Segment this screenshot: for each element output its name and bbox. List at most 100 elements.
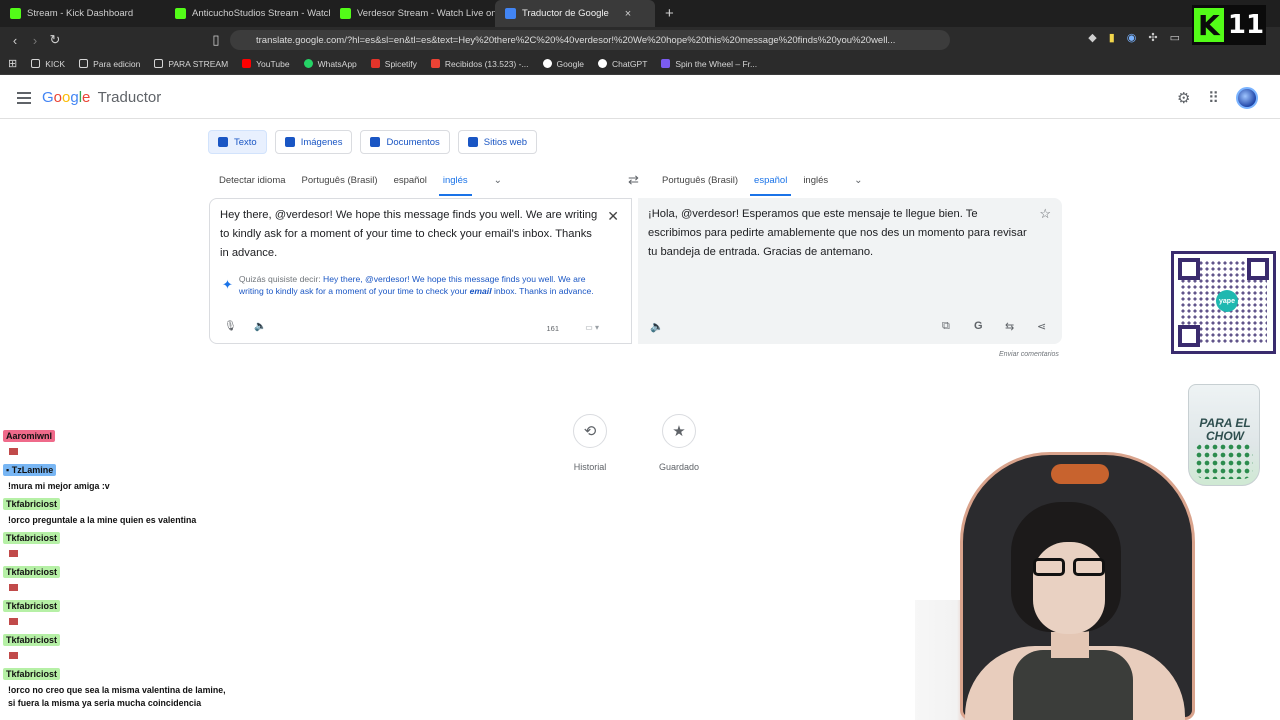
chat-text: !orco preguntale a la mine quien es vale… <box>8 515 197 525</box>
chat-message: Tkfabriciost <box>3 596 61 626</box>
sidebar-icon[interactable]: ▭ <box>1170 31 1180 44</box>
extension-icon[interactable]: ▮ <box>1109 31 1115 44</box>
bookmark-icon[interactable]: ▯ <box>206 32 226 48</box>
lang-portuguese[interactable]: Português (Brasil) <box>294 170 386 190</box>
chevron-down-icon[interactable]: ⌄ <box>854 175 862 186</box>
apps-grid-icon[interactable]: ⠿ <box>1208 89 1219 107</box>
tab-google-translate[interactable]: Traductor de Google × <box>495 0 655 27</box>
folder-icon <box>79 59 89 68</box>
tab-label: Verdesor Stream - Watch Live on Kick <box>357 8 495 19</box>
browser-toolbar: ‹ › ↻ ▯ translate.google.com/?hl=es&sl=e… <box>0 27 1280 53</box>
rate-translation-icon[interactable]: ⇆ <box>1005 320 1014 333</box>
bookmark-para-stream[interactable]: PARA STREAM <box>154 59 228 69</box>
emote-icon <box>8 549 19 558</box>
clear-text-icon[interactable]: ✕ <box>607 208 619 225</box>
bookmark-spin-wheel[interactable]: Spin the Wheel – Fr... <box>661 59 757 69</box>
lang-detect[interactable]: Detectar idioma <box>211 170 294 190</box>
keyboard-icon[interactable]: ▭ ▾ <box>585 323 599 332</box>
whatsapp-icon <box>303 59 313 68</box>
reload-icon[interactable]: ↻ <box>45 32 65 48</box>
bookmark-para-edicion[interactable]: Para edicion <box>79 59 140 69</box>
new-tab-button[interactable]: + <box>655 5 684 22</box>
share-icon[interactable]: ⋖ <box>1037 320 1046 333</box>
chat-username: Tkfabriciost <box>3 498 61 510</box>
lang-english-selected[interactable]: inglés <box>435 170 476 196</box>
source-text-input[interactable]: Hey there, @verdesor! We hope this messa… <box>220 206 600 263</box>
translation-modes: Texto Imágenes Documentos Sitios web <box>208 130 538 154</box>
avatar[interactable] <box>1236 87 1258 109</box>
back-icon[interactable]: ‹ <box>5 33 25 48</box>
source-text-panel: Hey there, @verdesor! We hope this messa… <box>209 198 632 344</box>
speaker-icon[interactable]: 🔈 <box>254 321 266 332</box>
mode-text-button[interactable]: Texto <box>208 130 267 154</box>
translation-output: ¡Hola, @verdesor! Esperamos que este men… <box>648 208 1027 258</box>
bookmark-gmail[interactable]: Recibidos (13.523) -... <box>430 59 529 69</box>
sparkle-icon: ✦ <box>222 277 233 292</box>
image-icon <box>284 137 295 147</box>
apps-grid-icon[interactable]: ⊞ <box>8 57 17 70</box>
speaker-icon[interactable]: 🔈 <box>650 320 664 333</box>
chat-message: Tkfabriciost <box>3 630 61 660</box>
chat-message: Tkfabriciost !orco preguntale a la mine … <box>3 494 228 527</box>
saved-button[interactable]: ★ <box>662 414 696 448</box>
extensions-row: ◆ ▮ ◉ ✣ ▭ <box>1088 31 1180 44</box>
mode-websites-button[interactable]: Sitios web <box>457 130 538 154</box>
lang-english[interactable]: inglés <box>795 170 836 190</box>
tab-anticucho-stream[interactable]: AnticuchoStudios Stream - Watch Liv <box>165 0 330 27</box>
emote-icon <box>8 583 19 592</box>
streamer-face <box>1033 542 1105 634</box>
history-button[interactable]: ⟲ <box>573 414 607 448</box>
did-you-mean: ✦ Quizás quisiste decir: Hey there, @ver… <box>222 273 602 297</box>
bookmark-youtube[interactable]: YouTube <box>242 59 290 69</box>
chat-username: Tkfabriciost <box>3 634 61 646</box>
forward-icon[interactable]: › <box>25 33 45 48</box>
source-language-bar: Detectar idioma Português (Brasil) españ… <box>211 170 502 196</box>
bookmark-whatsapp[interactable]: WhatsApp <box>303 59 357 69</box>
close-tab-icon[interactable]: × <box>625 8 631 20</box>
chat-username: Tkfabriciost <box>3 532 61 544</box>
mode-documents-button[interactable]: Documentos <box>360 130 450 154</box>
settings-gear-icon[interactable]: ⚙ <box>1177 89 1190 107</box>
puzzle-icon[interactable]: ✣ <box>1148 31 1157 44</box>
chevron-down-icon[interactable]: ⌄ <box>494 175 502 186</box>
copy-icon[interactable]: ⧉ <box>942 320 950 333</box>
chat-username: Tkfabriciost <box>3 566 61 578</box>
send-feedback-link[interactable]: Enviar comentarios <box>999 351 1059 358</box>
lang-spanish[interactable]: español <box>386 170 435 190</box>
folder-icon <box>154 59 164 68</box>
chat-message: ▪ TzLamine !mura mi mejor amiga :v <box>3 460 228 493</box>
history-icon: ⟲ <box>583 423 597 440</box>
extension-icon[interactable]: ◆ <box>1088 31 1096 44</box>
chair-logo <box>1051 464 1109 484</box>
address-bar[interactable]: translate.google.com/?hl=es&sl=en&tl=es&… <box>230 30 950 50</box>
gmail-icon <box>430 59 440 68</box>
star-icon[interactable]: ☆ <box>1039 206 1051 222</box>
mode-images-button[interactable]: Imágenes <box>274 130 353 154</box>
bookmark-kick[interactable]: KICK <box>31 59 65 69</box>
emote-icon <box>8 617 19 626</box>
wheel-icon <box>661 59 671 68</box>
emote-icon <box>8 651 19 660</box>
bookmark-chatgpt[interactable]: ChatGPT <box>597 59 647 69</box>
google-icon <box>542 59 552 68</box>
tab-label: Stream - Kick Dashboard <box>27 8 134 19</box>
lang-spanish-selected[interactable]: español <box>746 170 795 196</box>
chat-message: Aaromiwnl <box>3 426 56 456</box>
lang-portuguese[interactable]: Português (Brasil) <box>654 170 746 190</box>
tab-kick-dashboard[interactable]: Stream - Kick Dashboard <box>0 0 165 27</box>
kick-icon <box>175 8 186 19</box>
menu-icon[interactable] <box>17 92 31 107</box>
bookmark-spicetify[interactable]: Spicetify <box>370 59 417 69</box>
bookmark-google[interactable]: Google <box>542 59 584 69</box>
streamer-webcam <box>915 450 1280 720</box>
microphone-icon[interactable]: 🎙 <box>224 321 237 332</box>
char-count: 161 <box>546 324 559 333</box>
extension-icon[interactable]: ◉ <box>1127 31 1137 44</box>
google-icon[interactable]: G <box>974 320 983 332</box>
chatgpt-icon <box>597 59 607 68</box>
google-translate-logo[interactable]: Google Traductor <box>42 89 161 106</box>
swap-languages-icon[interactable]: ⇄ <box>628 172 639 188</box>
chat-message: Tkfabriciost <box>3 528 61 558</box>
tab-verdesor-stream[interactable]: Verdesor Stream - Watch Live on Kick <box>330 0 495 27</box>
product-name: Traductor <box>97 89 162 106</box>
